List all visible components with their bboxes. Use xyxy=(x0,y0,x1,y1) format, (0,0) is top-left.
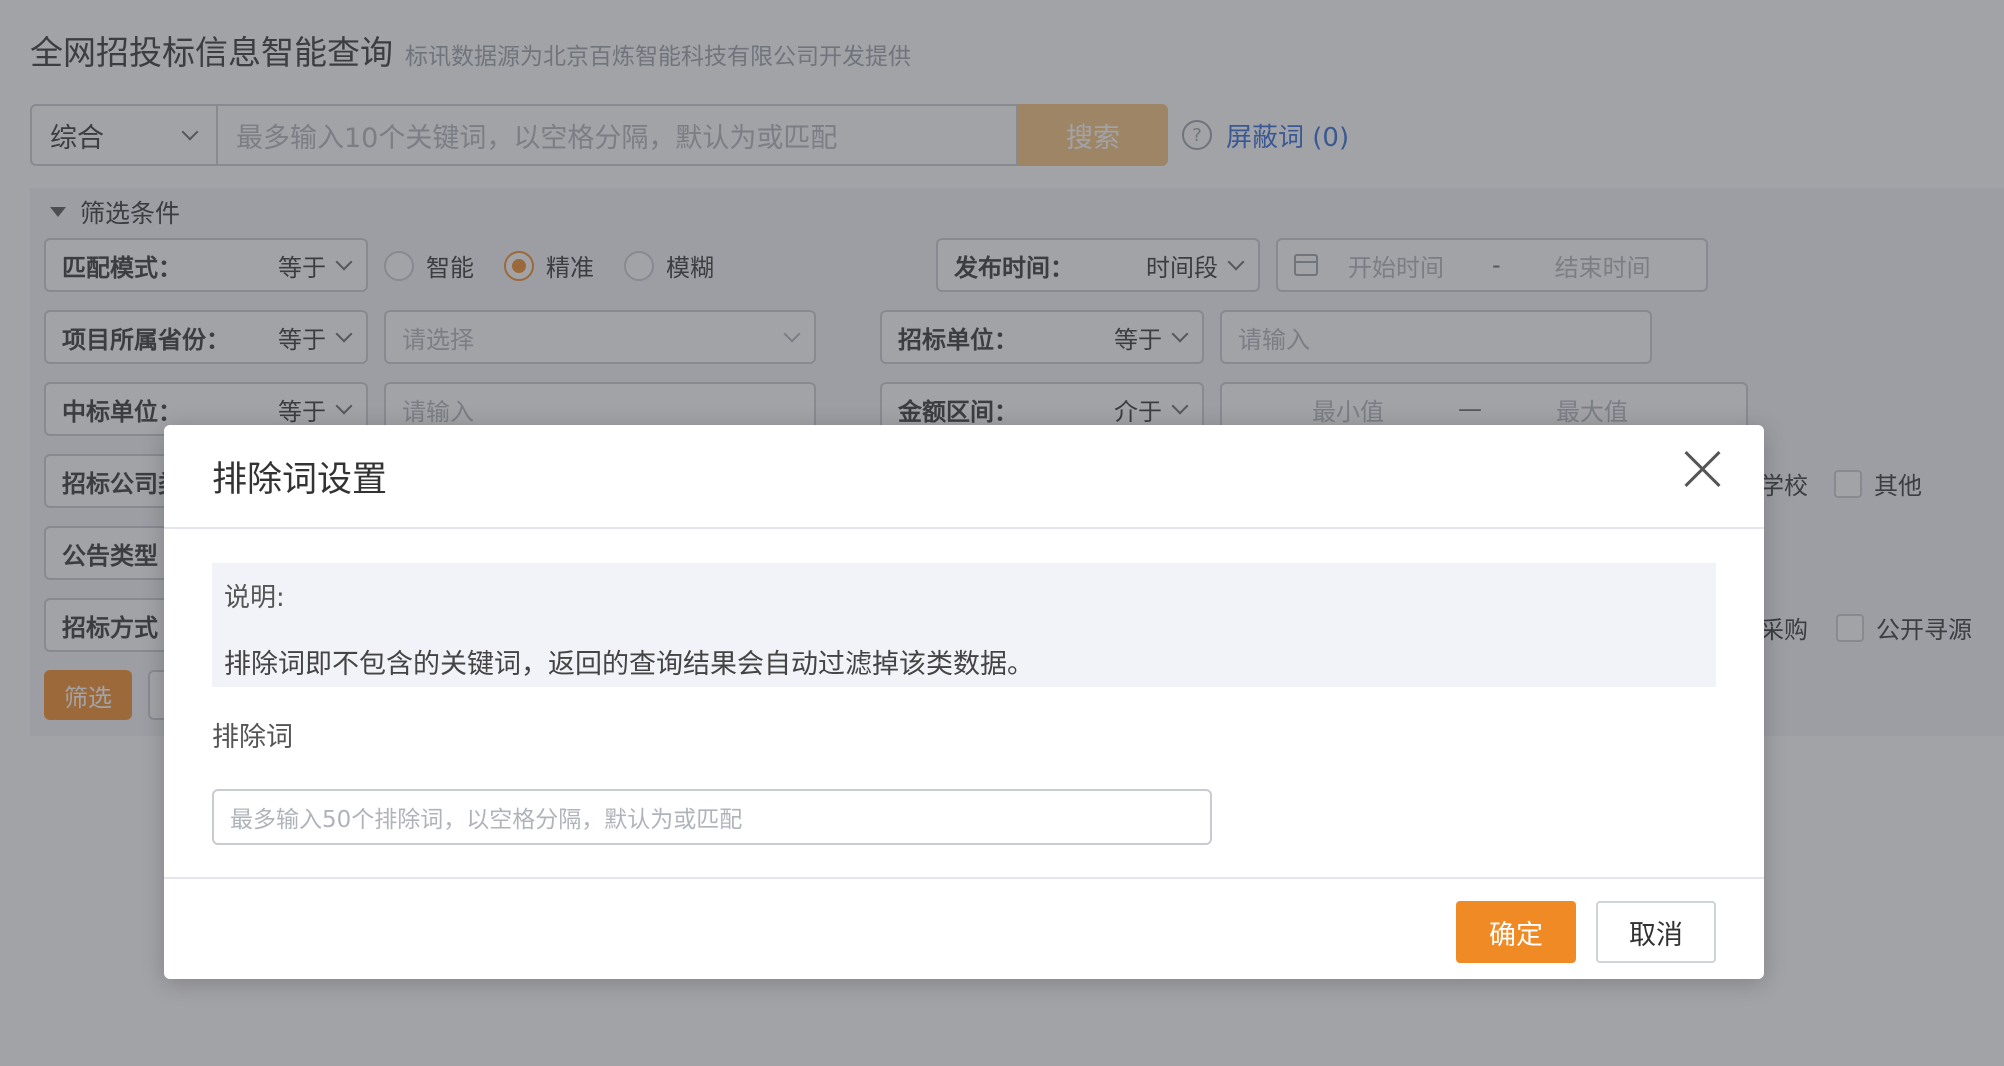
note-box: 说明: 排除词即不包含的关键词，返回的查询结果会自动过滤掉该类数据。 xyxy=(212,563,1716,687)
dialog-header: 排除词设置 xyxy=(164,425,1764,529)
dialog-footer: 确定 取消 xyxy=(164,877,1764,979)
note-text: 排除词即不包含的关键词，返回的查询结果会自动过滤掉该类数据。 xyxy=(224,649,1034,680)
cancel-button[interactable]: 取消 xyxy=(1596,901,1716,963)
exclude-words-dialog: 排除词设置 说明: 排除词即不包含的关键词，返回的查询结果会自动过滤掉该类数据。… xyxy=(164,425,1764,979)
exclude-words-input[interactable]: 最多输入50个排除词，以空格分隔，默认为或匹配 xyxy=(212,789,1212,845)
close-icon[interactable] xyxy=(1682,449,1722,489)
note-title: 说明: xyxy=(224,583,285,613)
dialog-title: 排除词设置 xyxy=(212,460,388,500)
confirm-button[interactable]: 确定 xyxy=(1456,901,1576,963)
exclude-words-label: 排除词 xyxy=(212,722,293,753)
